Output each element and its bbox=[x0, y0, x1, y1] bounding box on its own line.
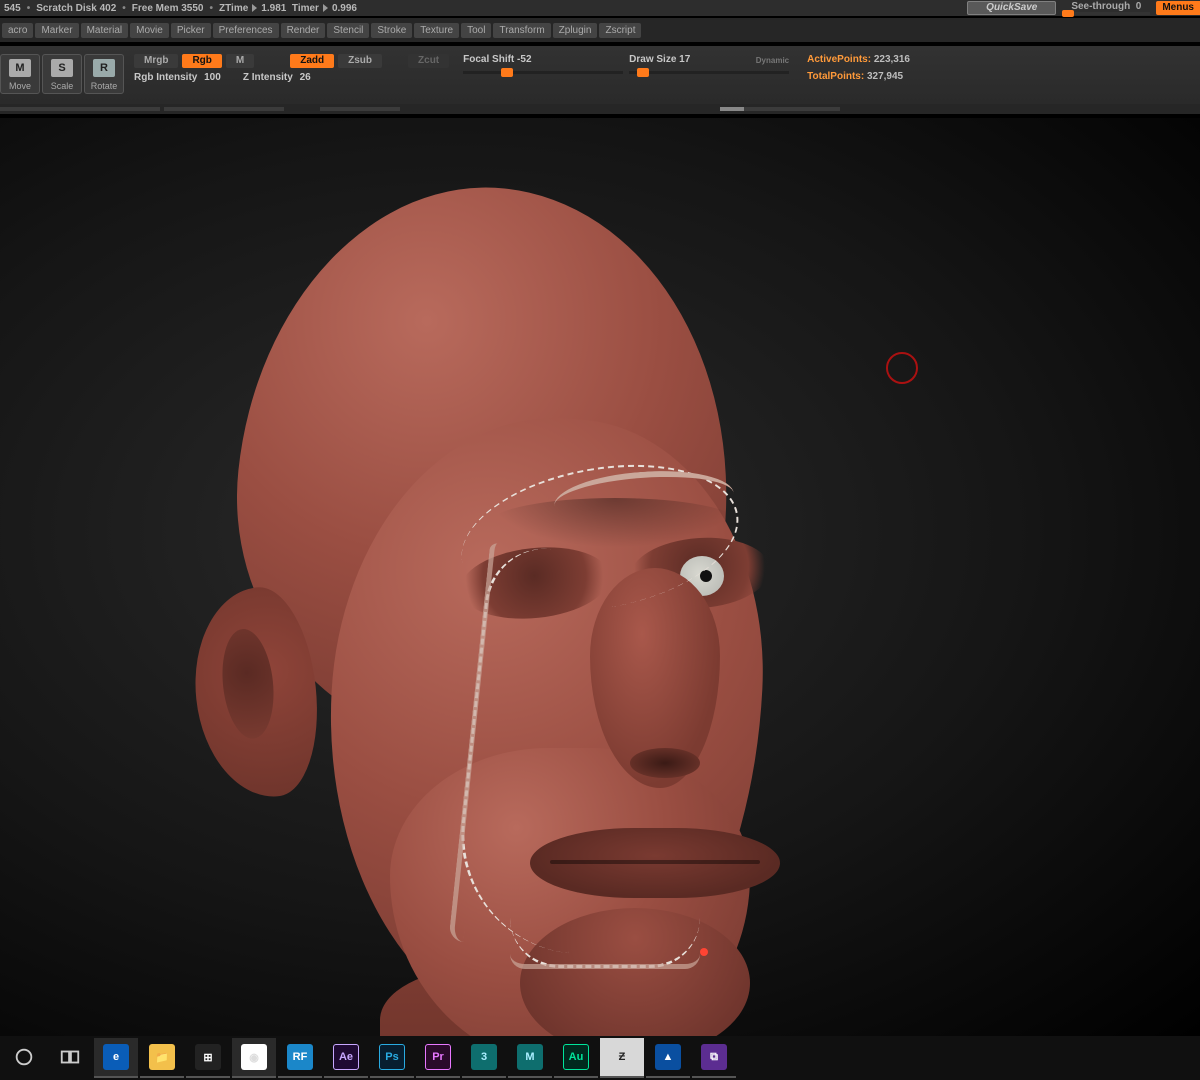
premiere-icon[interactable]: Pr bbox=[416, 1038, 460, 1078]
mrgb-toggle[interactable]: Mrgb bbox=[134, 54, 178, 68]
file-explorer-icon[interactable]: 📁 bbox=[140, 1038, 184, 1078]
point-stats: ActivePoints: 223,316 TotalPoints: 327,9… bbox=[807, 54, 910, 82]
activepoints-value: 223,316 bbox=[874, 54, 910, 65]
activepoints-label: ActivePoints: bbox=[807, 54, 871, 65]
dynamic-label: Dynamic bbox=[756, 56, 789, 65]
scale-label: Scale bbox=[51, 81, 74, 91]
rotate-label: Rotate bbox=[91, 81, 118, 91]
menus-button[interactable]: Menus bbox=[1156, 1, 1200, 15]
quicksave-button[interactable]: QuickSave bbox=[967, 1, 1056, 15]
edge-icon[interactable]: e bbox=[94, 1038, 138, 1078]
ztime-label: ZTime bbox=[219, 3, 248, 14]
zcut-toggle[interactable]: Zcut bbox=[408, 54, 449, 68]
store-icon[interactable]: ⊞ bbox=[186, 1038, 230, 1078]
maya-icon[interactable]: M bbox=[508, 1038, 552, 1078]
viewport[interactable] bbox=[0, 118, 1200, 1036]
menu-macro[interactable]: acro bbox=[2, 23, 33, 38]
rotate-icon: R bbox=[93, 59, 115, 77]
totalpoints-value: 327,945 bbox=[867, 71, 903, 82]
menu-transform[interactable]: Transform bbox=[493, 23, 550, 38]
tool-shelf: M Move S Scale R Rotate Mrgb Rgb M Zadd … bbox=[0, 46, 1200, 104]
move-icon: M bbox=[9, 59, 31, 77]
menu-stencil[interactable]: Stencil bbox=[327, 23, 369, 38]
freemem-label: Free Mem bbox=[132, 3, 179, 14]
draw-size-slider[interactable]: Draw Size 17 Dynamic bbox=[629, 54, 789, 74]
z-intensity-value: 26 bbox=[300, 72, 311, 83]
menu-zplugin[interactable]: Zplugin bbox=[553, 23, 598, 38]
zbrush-icon[interactable]: Ƶ bbox=[600, 1038, 644, 1078]
freemem-value: 3550 bbox=[181, 3, 203, 14]
mask-stroke bbox=[510, 918, 700, 968]
menu-movie[interactable]: Movie bbox=[130, 23, 169, 38]
rgb-intensity-slider[interactable]: Rgb Intensity 100 bbox=[134, 72, 225, 83]
draw-size-label: Draw Size bbox=[629, 54, 676, 65]
rgb-intensity-value: 100 bbox=[204, 72, 221, 83]
menu-zscript[interactable]: Zscript bbox=[599, 23, 641, 38]
totalpoints-label: TotalPoints: bbox=[807, 71, 864, 82]
focal-shift-value: -52 bbox=[517, 54, 531, 65]
ztime-value: 1.981 bbox=[261, 3, 286, 14]
menu-material[interactable]: Material bbox=[81, 23, 129, 38]
audition-icon[interactable]: Au bbox=[554, 1038, 598, 1078]
menu-texture[interactable]: Texture bbox=[414, 23, 459, 38]
z-intensity-slider[interactable]: Z Intensity 26 bbox=[243, 72, 315, 83]
zadd-toggle[interactable]: Zadd bbox=[290, 54, 334, 68]
cortana-icon[interactable] bbox=[2, 1038, 46, 1078]
dot-separator: • bbox=[27, 3, 31, 14]
menu-picker[interactable]: Picker bbox=[171, 23, 211, 38]
timer-value: 0.996 bbox=[332, 3, 357, 14]
realflow-icon[interactable]: RF bbox=[278, 1038, 322, 1078]
rotate-button[interactable]: R Rotate bbox=[84, 54, 124, 94]
rgb-toggle[interactable]: Rgb bbox=[182, 54, 221, 68]
status-strip: 545 • Scratch Disk 402 • Free Mem 3550 •… bbox=[0, 0, 1200, 16]
menu-marker[interactable]: Marker bbox=[35, 23, 78, 38]
move-button[interactable]: M Move bbox=[0, 54, 40, 94]
scratch-label: Scratch Disk bbox=[36, 3, 97, 14]
menu-render[interactable]: Render bbox=[281, 23, 326, 38]
shelf-underbar bbox=[0, 104, 1200, 114]
status-frag: 545 bbox=[4, 3, 21, 14]
3dsmax-icon[interactable]: 3 bbox=[462, 1038, 506, 1078]
seethrough-slider[interactable]: See-through 0 bbox=[1062, 2, 1150, 15]
arrow-icon bbox=[323, 4, 328, 12]
memory-bar bbox=[720, 107, 840, 111]
chrome-icon[interactable]: ◉ bbox=[232, 1038, 276, 1078]
arrow-icon bbox=[252, 4, 257, 12]
aftereffects-icon[interactable]: Ae bbox=[324, 1038, 368, 1078]
m-toggle[interactable]: M bbox=[226, 54, 254, 68]
scratch-value: 402 bbox=[100, 3, 117, 14]
brush-cursor-icon bbox=[886, 352, 918, 384]
menu-bar: acro Marker Material Movie Picker Prefer… bbox=[0, 18, 1200, 42]
scale-button[interactable]: S Scale bbox=[42, 54, 82, 94]
dot-separator: • bbox=[210, 3, 214, 14]
move-label: Move bbox=[9, 81, 31, 91]
draw-size-value: 17 bbox=[679, 54, 690, 65]
photoshop-icon[interactable]: Ps bbox=[370, 1038, 414, 1078]
menu-stroke[interactable]: Stroke bbox=[371, 23, 412, 38]
scale-icon: S bbox=[51, 59, 73, 77]
seethrough-label: See-through bbox=[1071, 1, 1130, 12]
menu-tool[interactable]: Tool bbox=[461, 23, 491, 38]
seethrough-value: 0 bbox=[1136, 1, 1142, 12]
timer-label: Timer bbox=[292, 3, 319, 14]
focal-shift-label: Focal Shift bbox=[463, 54, 514, 65]
photos-icon[interactable]: ▲ bbox=[646, 1038, 690, 1078]
rgb-intensity-label: Rgb Intensity bbox=[134, 72, 197, 83]
visualstudio-icon[interactable]: ⧉ bbox=[692, 1038, 736, 1078]
zsub-toggle[interactable]: Zsub bbox=[338, 54, 382, 68]
z-intensity-label: Z Intensity bbox=[243, 72, 293, 83]
dot-separator: • bbox=[122, 3, 126, 14]
mask-endpoint bbox=[700, 948, 708, 956]
taskbar: e 📁 ⊞ ◉ RF Ae Ps Pr 3 M Au Ƶ ▲ ⧉ bbox=[0, 1036, 1200, 1080]
menu-preferences[interactable]: Preferences bbox=[213, 23, 279, 38]
taskview-icon[interactable] bbox=[48, 1038, 92, 1078]
focal-shift-slider[interactable]: Focal Shift -52 bbox=[463, 54, 623, 74]
sculpt-head bbox=[160, 188, 800, 1036]
